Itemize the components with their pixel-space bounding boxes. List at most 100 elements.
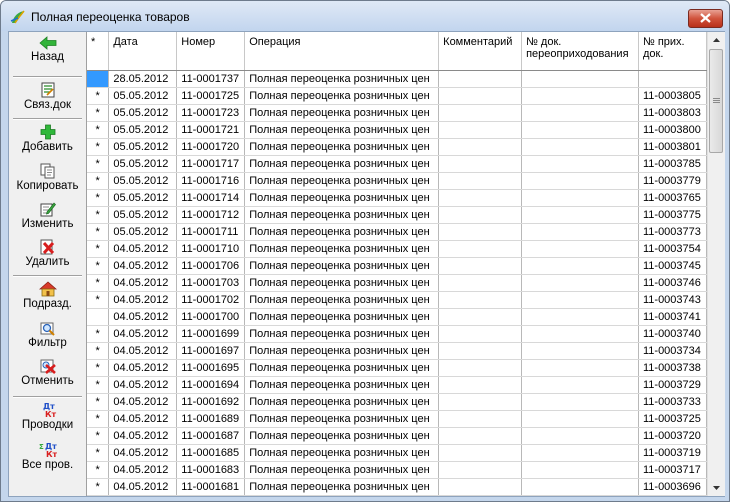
number-cell[interactable]: 11-0001702 xyxy=(176,291,246,309)
comment-cell[interactable] xyxy=(438,461,523,479)
redoc-cell[interactable] xyxy=(521,325,639,343)
number-cell[interactable]: 11-0001687 xyxy=(176,427,246,445)
incoming-doc-cell[interactable]: 11-0003775 xyxy=(638,206,707,224)
date-cell[interactable]: 04.05.2012 xyxy=(108,308,178,326)
table-row[interactable]: * 05.05.2012 11-0001714 Полная переоценка р… xyxy=(87,189,707,207)
redoc-cell[interactable] xyxy=(521,121,639,139)
back-button[interactable]: Назад xyxy=(11,36,84,63)
date-cell[interactable]: 05.05.2012 xyxy=(108,121,178,139)
incoming-doc-cell[interactable]: 11-0003805 xyxy=(638,87,707,105)
operation-cell[interactable]: Полная переоценка розничных цен xyxy=(244,189,440,207)
date-cell[interactable]: 05.05.2012 xyxy=(108,189,178,207)
incoming-doc-cell[interactable]: 11-0003743 xyxy=(638,291,707,309)
incoming-doc-cell[interactable]: 11-0003801 xyxy=(638,138,707,156)
column-header-incoming-doc[interactable]: № прих. док. xyxy=(638,32,707,71)
incoming-doc-cell[interactable] xyxy=(638,70,707,88)
table-row[interactable]: * 04.05.2012 11-0001687 Полная переоценка р… xyxy=(87,427,707,445)
number-cell[interactable]: 11-0001723 xyxy=(176,104,246,122)
table-row[interactable]: 28.05.2012 11-0001737 Полная переоценка ро… xyxy=(87,70,707,88)
redoc-cell[interactable] xyxy=(521,70,639,88)
mark-cell[interactable]: * xyxy=(87,427,110,445)
redoc-cell[interactable] xyxy=(521,223,639,241)
table-row[interactable]: * 05.05.2012 11-0001716 Полная переоценка р… xyxy=(87,172,707,190)
mark-cell[interactable]: * xyxy=(87,121,110,139)
scroll-down-icon[interactable] xyxy=(708,479,725,496)
redoc-cell[interactable] xyxy=(521,274,639,292)
documents-grid[interactable]: * Дата Номер Операция Комментарий № док.… xyxy=(87,32,707,496)
redoc-cell[interactable] xyxy=(521,257,639,275)
mark-cell[interactable]: * xyxy=(87,291,110,309)
comment-cell[interactable] xyxy=(438,257,523,275)
table-row[interactable]: * 05.05.2012 11-0001712 Полная переоценка р… xyxy=(87,206,707,224)
table-row[interactable]: * 05.05.2012 11-0001717 Полная переоценка р… xyxy=(87,155,707,173)
table-row[interactable]: * 04.05.2012 11-0001706 Полная переоценка р… xyxy=(87,257,707,275)
number-cell[interactable]: 11-0001703 xyxy=(176,274,246,292)
comment-cell[interactable] xyxy=(438,478,523,496)
number-cell[interactable]: 11-0001681 xyxy=(176,478,246,496)
mark-cell[interactable]: * xyxy=(87,155,110,173)
date-cell[interactable]: 28.05.2012 xyxy=(108,70,178,88)
mark-cell[interactable] xyxy=(87,308,110,326)
date-cell[interactable]: 05.05.2012 xyxy=(108,206,178,224)
column-header-operation[interactable]: Операция xyxy=(244,32,440,71)
table-row[interactable]: * 04.05.2012 11-0001702 Полная переоценка р… xyxy=(87,291,707,309)
number-cell[interactable]: 11-0001685 xyxy=(176,444,246,462)
date-cell[interactable]: 04.05.2012 xyxy=(108,240,178,258)
number-cell[interactable]: 11-0001706 xyxy=(176,257,246,275)
operation-cell[interactable]: Полная переоценка розничных цен xyxy=(244,393,440,411)
incoming-doc-cell[interactable]: 11-0003803 xyxy=(638,104,707,122)
incoming-doc-cell[interactable]: 11-0003779 xyxy=(638,172,707,190)
table-row[interactable]: * 04.05.2012 11-0001703 Полная переоценка р… xyxy=(87,274,707,292)
operation-cell[interactable]: Полная переоценка розничных цен xyxy=(244,240,440,258)
mark-cell[interactable]: * xyxy=(87,461,110,479)
number-cell[interactable]: 11-0001720 xyxy=(176,138,246,156)
operation-cell[interactable]: Полная переоценка розничных цен xyxy=(244,155,440,173)
date-cell[interactable]: 04.05.2012 xyxy=(108,291,178,309)
comment-cell[interactable] xyxy=(438,325,523,343)
mark-cell[interactable]: * xyxy=(87,274,110,292)
comment-cell[interactable] xyxy=(438,291,523,309)
mark-cell[interactable]: * xyxy=(87,240,110,258)
incoming-doc-cell[interactable]: 11-0003725 xyxy=(638,410,707,428)
table-row[interactable]: 04.05.2012 11-0001700 Полная переоценка ро… xyxy=(87,308,707,326)
table-row[interactable]: * 04.05.2012 11-0001697 Полная переоценка р… xyxy=(87,342,707,360)
vertical-scrollbar[interactable] xyxy=(707,32,725,496)
number-cell[interactable]: 11-0001710 xyxy=(176,240,246,258)
date-cell[interactable]: 05.05.2012 xyxy=(108,155,178,173)
number-cell[interactable]: 11-0001721 xyxy=(176,121,246,139)
comment-cell[interactable] xyxy=(438,189,523,207)
delete-button[interactable]: Удалить xyxy=(11,239,84,268)
number-cell[interactable]: 11-0001716 xyxy=(176,172,246,190)
incoming-doc-cell[interactable]: 11-0003717 xyxy=(638,461,707,479)
number-cell[interactable]: 11-0001689 xyxy=(176,410,246,428)
table-row[interactable]: * 05.05.2012 11-0001720 Полная переоценка р… xyxy=(87,138,707,156)
redoc-cell[interactable] xyxy=(521,444,639,462)
table-row[interactable]: * 05.05.2012 11-0001721 Полная переоценка р… xyxy=(87,121,707,139)
incoming-doc-cell[interactable]: 11-0003719 xyxy=(638,444,707,462)
all-postings-button[interactable]: Σ Дт Кт Все пров. xyxy=(11,442,84,471)
incoming-doc-cell[interactable]: 11-0003765 xyxy=(638,189,707,207)
mark-cell[interactable]: * xyxy=(87,393,110,411)
date-cell[interactable]: 05.05.2012 xyxy=(108,104,178,122)
column-header-comment[interactable]: Комментарий xyxy=(438,32,523,71)
date-cell[interactable]: 04.05.2012 xyxy=(108,410,178,428)
redoc-cell[interactable] xyxy=(521,240,639,258)
table-row[interactable]: * 05.05.2012 11-0001711 Полная переоценка р… xyxy=(87,223,707,241)
redoc-cell[interactable] xyxy=(521,359,639,377)
mark-cell[interactable]: * xyxy=(87,376,110,394)
comment-cell[interactable] xyxy=(438,308,523,326)
redoc-cell[interactable] xyxy=(521,376,639,394)
column-header-mark[interactable]: * xyxy=(87,32,110,71)
table-row[interactable]: * 04.05.2012 11-0001685 Полная переоценка р… xyxy=(87,444,707,462)
mark-cell[interactable] xyxy=(87,70,110,88)
add-button[interactable]: Добавить xyxy=(11,124,84,153)
redoc-cell[interactable] xyxy=(521,138,639,156)
date-cell[interactable]: 04.05.2012 xyxy=(108,376,178,394)
comment-cell[interactable] xyxy=(438,87,523,105)
mark-cell[interactable]: * xyxy=(87,138,110,156)
redoc-cell[interactable] xyxy=(521,393,639,411)
comment-cell[interactable] xyxy=(438,274,523,292)
mark-cell[interactable]: * xyxy=(87,189,110,207)
title-bar[interactable]: Полная переоценка товаров xyxy=(1,1,729,31)
mark-cell[interactable]: * xyxy=(87,172,110,190)
